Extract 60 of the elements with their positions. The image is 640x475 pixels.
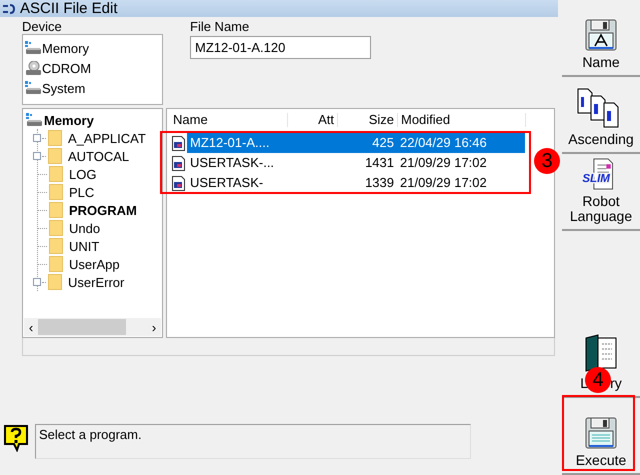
folder-icon bbox=[49, 238, 63, 254]
folder-icon bbox=[48, 130, 62, 146]
tree-item[interactable]: Undo bbox=[69, 220, 100, 236]
column-header[interactable]: Modified bbox=[398, 113, 526, 127]
size-cell-text: 1339 bbox=[364, 174, 395, 192]
folder-icon bbox=[49, 256, 63, 272]
expand-icon[interactable] bbox=[33, 152, 41, 160]
file-row[interactable]: USERTASK- 1339 21/09/29 17:02 bbox=[187, 173, 525, 193]
file-row[interactable]: MZ12-01-A.... 425 22/04/29 16:46 bbox=[187, 133, 525, 153]
program-file-icon bbox=[172, 156, 185, 170]
device-item[interactable]: System bbox=[42, 80, 86, 96]
folder-icon bbox=[49, 220, 63, 236]
tree-item[interactable]: PLC bbox=[69, 184, 94, 200]
modified-cell-text: 22/04/29 16:46 bbox=[399, 134, 488, 152]
size-cell-text: 425 bbox=[371, 134, 395, 152]
column-header[interactable]: Name bbox=[170, 113, 288, 127]
program-file-icon bbox=[172, 136, 185, 150]
drive-icon bbox=[25, 81, 41, 95]
tree-item[interactable]: UserError bbox=[68, 274, 124, 290]
horizontal-scrollbar[interactable]: ‹ › bbox=[24, 318, 161, 336]
scroll-right-button[interactable]: › bbox=[147, 320, 161, 334]
tree-item[interactable]: PROGRAM bbox=[69, 202, 137, 218]
column-header[interactable]: Att bbox=[288, 113, 338, 127]
tree-item[interactable]: Memory bbox=[44, 112, 94, 128]
file-name-label: File Name bbox=[190, 19, 250, 34]
modified-cell-text: 21/09/29 17:02 bbox=[399, 154, 488, 172]
device-list[interactable]: Memory CDROM System bbox=[22, 34, 163, 105]
expand-icon[interactable] bbox=[33, 278, 41, 286]
tree-item[interactable]: AUTOCAL bbox=[68, 148, 130, 164]
file-row[interactable]: USERTASK-... 1431 21/09/29 17:02 bbox=[187, 153, 525, 173]
tree-item[interactable]: UserApp bbox=[69, 256, 120, 272]
book-icon bbox=[584, 334, 618, 372]
expand-icon[interactable] bbox=[33, 134, 41, 142]
device-label: Device bbox=[22, 19, 63, 34]
app-icon bbox=[2, 2, 16, 14]
drive-icon bbox=[25, 41, 41, 55]
folder-icon bbox=[49, 166, 63, 182]
message-box: Select a program. bbox=[35, 424, 471, 459]
tree-item[interactable]: LOG bbox=[69, 166, 96, 182]
column-header[interactable]: Size bbox=[338, 113, 398, 127]
device-item[interactable]: Memory bbox=[42, 40, 89, 56]
help-icon bbox=[3, 424, 29, 452]
folder-icon bbox=[48, 148, 62, 164]
tree-item[interactable]: UNIT bbox=[69, 238, 100, 254]
file-name-cell-text: USERTASK-... bbox=[189, 154, 276, 172]
program-file-icon bbox=[172, 176, 185, 190]
window-title: ASCII File Edit bbox=[20, 0, 118, 17]
size-cell-text: 1431 bbox=[364, 154, 395, 172]
folder-icon bbox=[49, 202, 63, 218]
disc-drive-icon bbox=[25, 61, 41, 75]
device-item[interactable]: CDROM bbox=[42, 60, 92, 76]
scroll-left-button[interactable]: ‹ bbox=[24, 320, 38, 334]
folder-icon bbox=[48, 274, 62, 290]
modified-cell-text: 21/09/29 17:02 bbox=[399, 174, 488, 192]
file-name-cell-text: MZ12-01-A.... bbox=[189, 134, 270, 152]
folder-icon bbox=[49, 184, 63, 200]
tree-item[interactable]: A_APPLICAT bbox=[68, 130, 146, 146]
file-name-field[interactable]: MZ12-01-A.120 bbox=[190, 36, 371, 59]
drive-icon bbox=[26, 113, 42, 127]
file-name-cell-text: USERTASK- bbox=[189, 174, 264, 192]
